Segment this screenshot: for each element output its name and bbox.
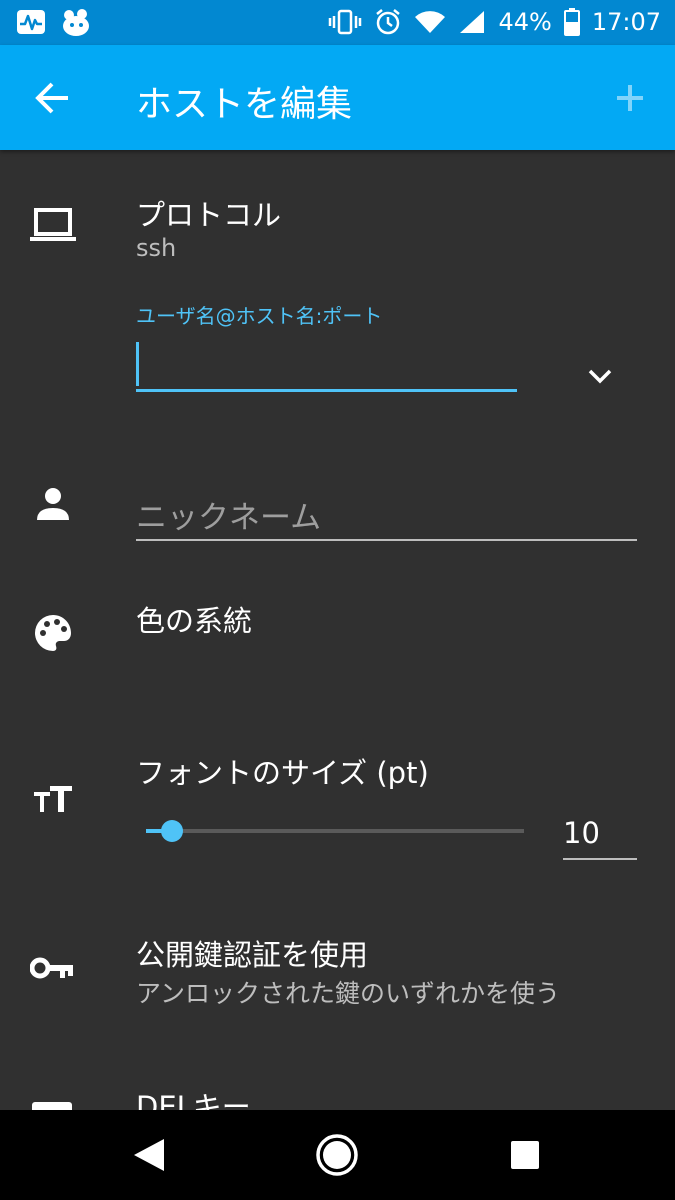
nav-recents-icon [511,1141,539,1169]
nav-home-button[interactable] [292,1110,382,1200]
vibrate-icon [329,9,362,35]
battery-percent: 44% [498,8,552,36]
color-scheme-label: 色の系統 [136,604,253,638]
host-input[interactable] [136,342,517,392]
nickname-input-underline [136,539,637,541]
backspace-icon [32,1102,72,1110]
page-title: ホストを編集 [136,84,353,125]
del-key-label: DELキー [136,1090,251,1110]
protocol-value: ssh [136,234,177,262]
nickname-input[interactable]: ニックネーム [136,486,637,542]
host-input-underline [136,389,517,392]
font-size-slider[interactable] [146,816,526,846]
app-bar: ホストを編集 [0,45,675,150]
back-button[interactable] [34,81,72,115]
font-size-input[interactable]: 10 [563,810,637,860]
alarm-icon [376,9,401,35]
pubkey-summary: アンロックされた鍵のいずれかを使う [136,979,561,1008]
nickname-placeholder: ニックネーム [136,500,322,536]
text-size-icon [34,786,72,812]
font-size-value: 10 [563,816,600,850]
mascot-app-icon [63,9,89,36]
laptop-icon [30,208,76,241]
status-bar-system: 44% 17:07 [328,8,661,36]
nav-back-button[interactable] [104,1110,194,1200]
person-icon [37,488,69,520]
palette-icon [35,615,71,651]
cell-signal-icon [460,11,485,33]
protocol-label: プロトコル [136,198,282,232]
arrow-back-icon [35,82,68,114]
clock: 17:07 [591,8,661,36]
wifi-icon [415,11,446,34]
nav-recents-button[interactable] [480,1110,570,1200]
slider-thumb[interactable] [161,820,183,842]
status-bar: 44% 17:07 [0,0,675,45]
add-button[interactable] [615,83,645,113]
activity-app-icon [17,10,45,34]
host-form: プロトコル ssh ユーザ名@ホスト名:ポート ニックネーム 色の系統 フォント… [0,150,675,1110]
pubkey-label: 公開鍵認証を使用 [136,938,369,972]
chevron-down-icon[interactable] [588,368,612,384]
nav-back-icon [134,1139,164,1171]
nav-home-icon [316,1134,358,1176]
font-size-input-underline [563,858,637,860]
font-size-label: フォントのサイズ (pt) [136,756,429,790]
slider-track [146,829,524,833]
host-field-label: ユーザ名@ホスト名:ポート [136,304,383,328]
status-bar-notifications [16,9,92,37]
battery-icon [563,8,580,36]
key-icon [30,957,73,979]
navigation-bar [0,1110,675,1200]
text-cursor [136,342,139,386]
plus-icon [617,85,643,111]
